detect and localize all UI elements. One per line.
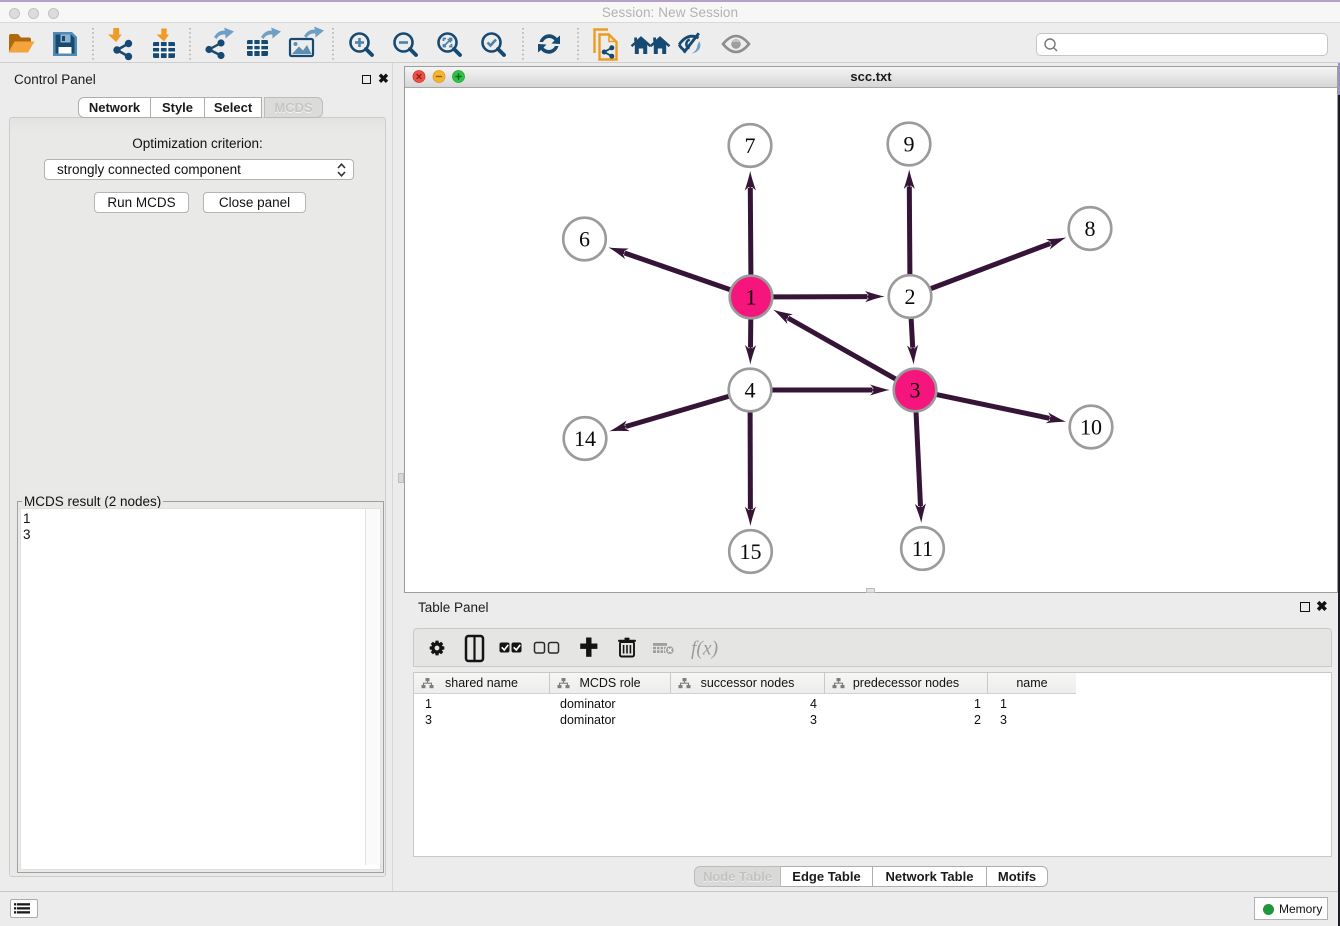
svg-text:7: 7 [745,133,756,158]
svg-text:15: 15 [740,539,762,564]
svg-text:1: 1 [746,285,757,310]
svg-text:f(x): f(x) [691,639,718,660]
svg-text:9: 9 [904,132,915,157]
svg-text:6: 6 [579,227,590,252]
svg-text:14: 14 [574,426,596,451]
svg-text:10: 10 [1080,415,1102,440]
svg-text:3: 3 [910,378,921,403]
svg-text:11: 11 [912,536,933,561]
svg-text:2: 2 [905,284,916,309]
svg-text:4: 4 [745,378,756,403]
svg-text:8: 8 [1085,216,1096,241]
